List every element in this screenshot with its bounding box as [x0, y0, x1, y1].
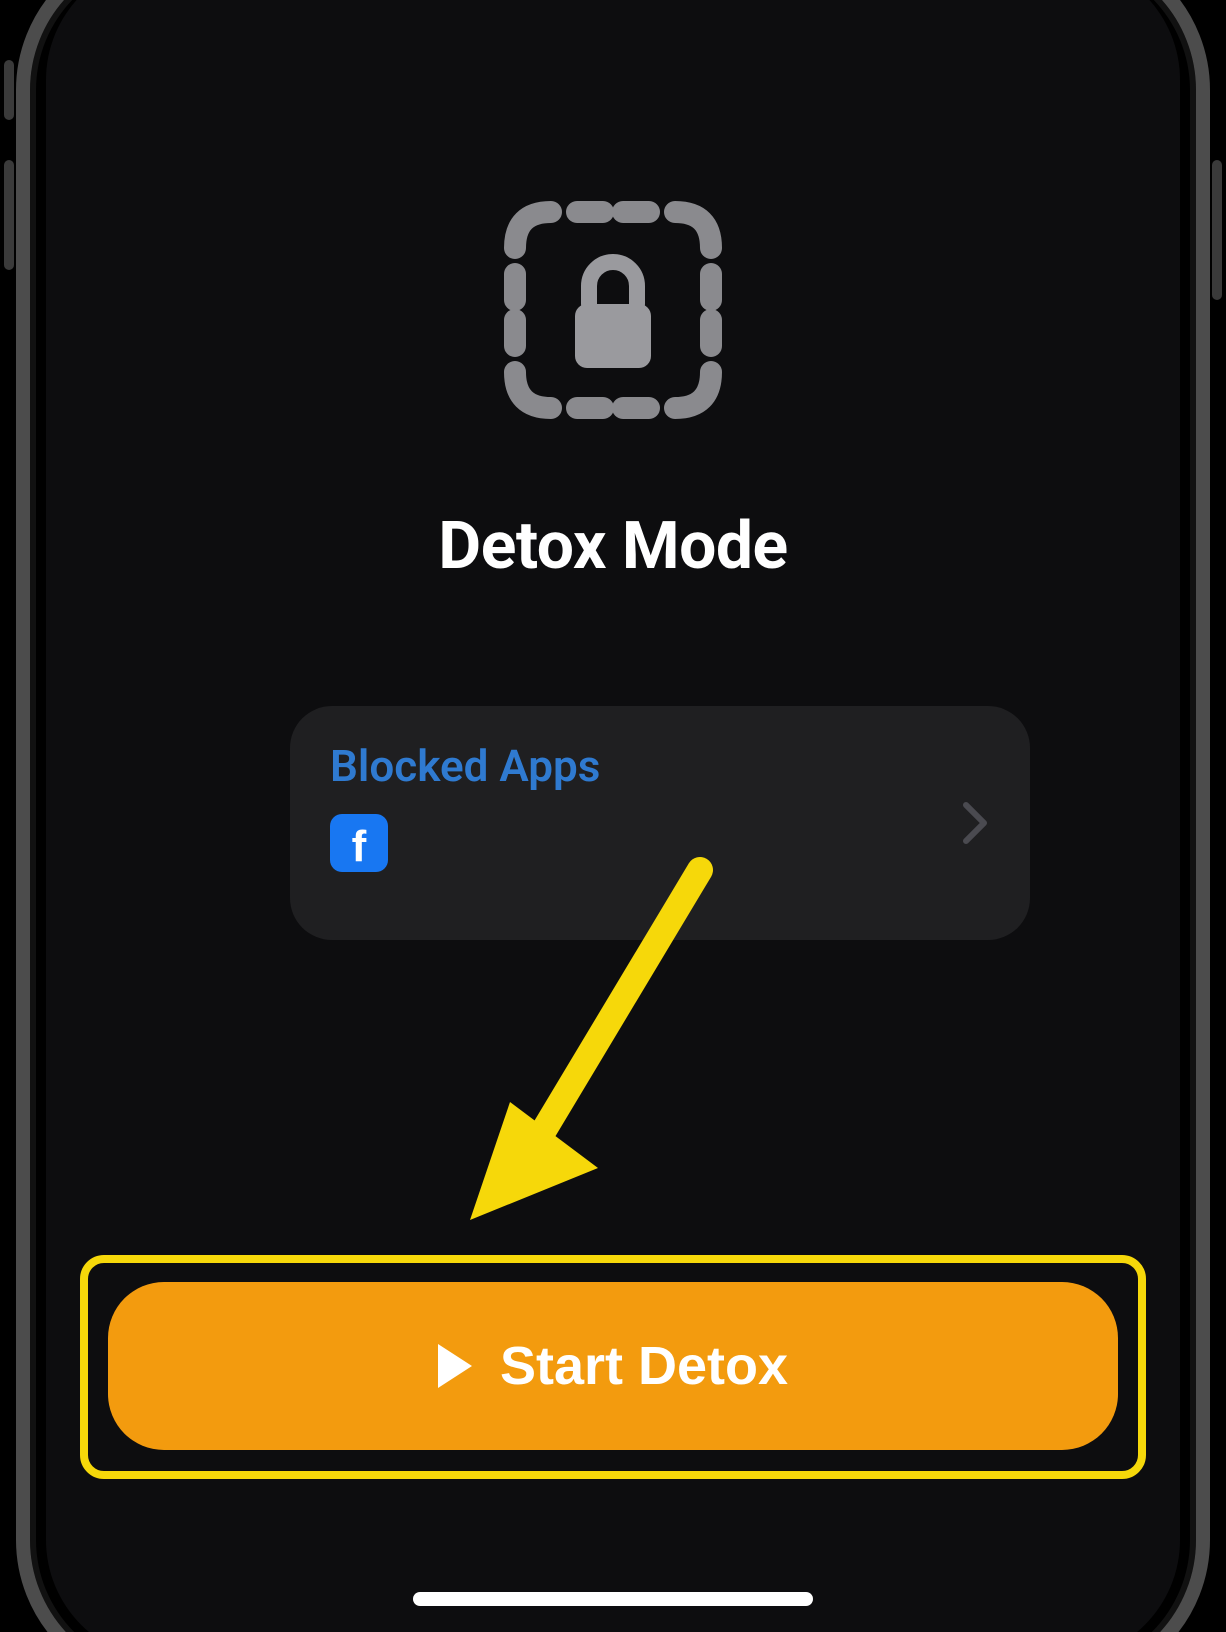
start-detox-label: Start Detox	[500, 1335, 788, 1397]
home-indicator[interactable]	[413, 1592, 813, 1606]
device-side-button	[4, 60, 14, 120]
blocked-apps-label: Blocked Apps	[330, 740, 990, 792]
page-title: Detox Mode	[46, 508, 1180, 585]
lock-dashed-square-icon	[503, 200, 723, 420]
blocked-apps-card[interactable]: Blocked Apps f	[290, 706, 1030, 940]
chevron-right-icon	[962, 801, 990, 845]
facebook-icon: f	[330, 814, 388, 872]
device-side-button	[1212, 160, 1222, 300]
blocked-apps-list: f	[330, 814, 990, 872]
play-icon	[438, 1344, 472, 1388]
canvas: Detox Mode Blocked Apps f Start Detox	[0, 0, 1226, 1632]
start-detox-button[interactable]: Start Detox	[108, 1282, 1118, 1450]
device-side-button	[4, 160, 14, 270]
